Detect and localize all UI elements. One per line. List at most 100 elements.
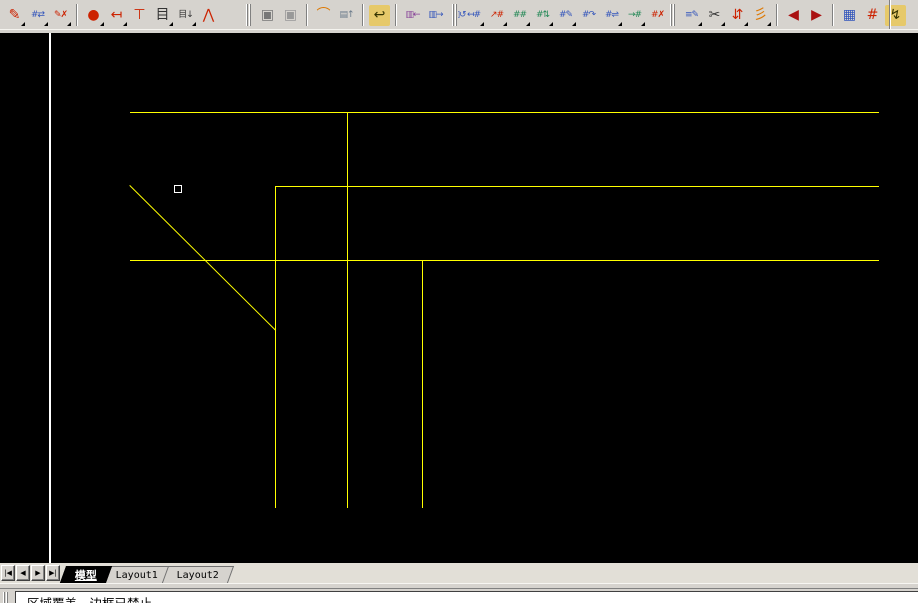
tab-model-label: 模型 (75, 567, 97, 583)
drawing-canvas[interactable] (0, 33, 918, 563)
dim-chain-icon[interactable]: →# (624, 5, 645, 26)
v-line-center (347, 112, 348, 508)
flyout-indicator (192, 22, 196, 26)
flyout-indicator (767, 22, 771, 26)
toolbar-grip[interactable] (452, 4, 458, 26)
dim-pair-icon[interactable]: ## (509, 5, 530, 26)
tab-layout1-label: Layout1 (116, 570, 158, 581)
block-3d-alt-icon[interactable]: ▣ (280, 5, 301, 26)
dim-chain-icon-glyph: →# (628, 11, 641, 20)
grid-snap-icon-glyph: # (867, 8, 879, 22)
ladder-insert-icon-glyph: 目↓ (178, 11, 193, 20)
pin-icon[interactable]: ⊤ (129, 5, 150, 26)
toolbar-separator (395, 4, 397, 26)
flyout-indicator (67, 22, 71, 26)
grid-snap-icon[interactable]: # (862, 5, 883, 26)
pliers-icon[interactable]: ⋀ (198, 5, 219, 26)
renumber-icon-glyph: #⇄ (31, 11, 44, 20)
flip-arrows-icon-glyph: ⇵ (732, 8, 744, 22)
scissors-icon[interactable]: ✂ (704, 5, 725, 26)
open-drawing-icon[interactable]: ⌒ (313, 5, 334, 26)
tab-layout2-label: Layout2 (177, 570, 219, 581)
dim-line-icon[interactable]: ↗# (486, 5, 507, 26)
break-line-icon[interactable]: ↤ (106, 5, 127, 26)
ladder-icon[interactable]: 目 (152, 5, 173, 26)
h-line-middle (276, 186, 879, 187)
flyout-indicator (744, 22, 748, 26)
dim-pair-icon-glyph: ## (513, 11, 526, 20)
dim-line-icon-glyph: ↗# (490, 11, 503, 20)
fill-bucket-icon[interactable]: ● (83, 5, 104, 26)
toolbar-group-modify: ✎ #⇄ ✎✗ ●↤ ⊤ 目目↓ ⋀ (3, 2, 220, 28)
v-line-right (422, 260, 423, 508)
prev-icon[interactable]: ◀ (783, 5, 804, 26)
db-export-icon-glyph: ▥→ (428, 11, 442, 20)
toolbar-grip[interactable] (670, 4, 676, 26)
toolbar-grip[interactable] (246, 4, 252, 26)
renumber-icon[interactable]: #⇄ (27, 5, 48, 26)
dim-swap-icon-glyph: #⇌ (605, 11, 618, 20)
list-edit-icon[interactable]: ≡✎ (681, 5, 702, 26)
block-3d-icon-glyph: ▣ (261, 8, 274, 22)
toolbar: ✎#⇄✎✗●↤⊤目目↓⋀ ▣▣⌒▤↑↩▥←▥→▥↺ ↤#↗####⇅#✎#↷#⇌… (0, 0, 918, 30)
tab-nav-buttons: |◀◀▶▶| (0, 564, 60, 582)
folder-back-icon[interactable]: ↩ (369, 5, 390, 26)
scissors-icon-glyph: ✂ (709, 8, 721, 22)
dim-erase-icon-glyph: #✗ (651, 11, 664, 20)
last-tab-button[interactable]: ▶| (46, 565, 60, 581)
next-icon[interactable]: ▶ (806, 5, 827, 26)
flyout-indicator (21, 22, 25, 26)
flyout-indicator (100, 22, 104, 26)
dim-erase-icon[interactable]: #✗ (647, 5, 668, 26)
edit-pencil-icon[interactable]: ✎ (4, 5, 25, 26)
command-window-grip[interactable] (3, 592, 10, 603)
tab-model[interactable]: 模型 (60, 566, 112, 583)
dim-edit-icon[interactable]: #✎ (555, 5, 576, 26)
tab-layout2[interactable]: Layout2 (162, 566, 234, 583)
dim-move-icon[interactable]: #⇅ (532, 5, 553, 26)
paste-doc-icon[interactable]: ▤↑ (336, 5, 357, 26)
toolbar-group-dimension: ↤# ↗# ## #⇅ #✎ #↷ #⇌ →# #✗ (452, 2, 669, 28)
dim-insert-icon[interactable]: ↤# (463, 5, 484, 26)
toolbar-group-tools: ≡✎ ✂ ⇵ 彡 ◀▶ ▦ # ↯ (670, 2, 907, 28)
toolbar-separator (306, 4, 308, 26)
next-tab-button[interactable]: ▶ (31, 565, 45, 581)
flyout-indicator (503, 22, 507, 26)
h-line-top (130, 112, 879, 113)
toolbar-separator (832, 4, 834, 26)
first-tab-button[interactable]: |◀ (1, 565, 15, 581)
folder-poly-icon-glyph: ↯ (890, 8, 902, 22)
erase-edit-icon[interactable]: ✎✗ (50, 5, 71, 26)
table-icon-glyph: ▦ (843, 8, 856, 22)
command-line-panel[interactable]: 区域覆盖，边框已禁止 (15, 591, 918, 603)
edit-pencil-icon-glyph: ✎ (9, 8, 21, 22)
runner-icon[interactable]: 彡 (750, 5, 771, 26)
open-drawing-icon-glyph: ⌒ (317, 8, 331, 22)
v-line-left (275, 186, 276, 508)
toolbar-separator (76, 4, 78, 26)
dim-move-icon-glyph: #⇅ (536, 11, 549, 20)
dim-rotate-icon-glyph: #↷ (582, 11, 595, 20)
flyout-indicator (169, 22, 173, 26)
cad-application-window: ✎#⇄✎✗●↤⊤目目↓⋀ ▣▣⌒▤↑↩▥←▥→▥↺ ↤#↗####⇅#✎#↷#⇌… (0, 0, 918, 603)
pin-icon-glyph: ⊤ (133, 8, 145, 22)
toolbar-group-file: ▣▣⌒▤↑↩▥←▥→▥↺ (246, 2, 470, 28)
flyout-indicator (44, 22, 48, 26)
prev-tab-button[interactable]: ◀ (16, 565, 30, 581)
erase-edit-icon-glyph: ✎✗ (54, 11, 67, 20)
flip-arrows-icon[interactable]: ⇵ (727, 5, 748, 26)
table-icon[interactable]: ▦ (839, 5, 860, 26)
pliers-icon-glyph: ⋀ (203, 8, 214, 22)
list-edit-icon-glyph: ≡✎ (685, 11, 698, 20)
dim-rotate-icon[interactable]: #↷ (578, 5, 599, 26)
flyout-indicator (526, 22, 530, 26)
block-3d-icon[interactable]: ▣ (257, 5, 278, 26)
block-3d-alt-icon-glyph: ▣ (284, 8, 297, 22)
db-import-icon[interactable]: ▥← (402, 5, 423, 26)
ladder-insert-icon[interactable]: 目↓ (175, 5, 196, 26)
flyout-indicator (618, 22, 622, 26)
h-line-bottom (130, 260, 879, 261)
paste-doc-icon-glyph: ▤↑ (339, 11, 353, 20)
db-export-icon[interactable]: ▥→ (425, 5, 446, 26)
dim-swap-icon[interactable]: #⇌ (601, 5, 622, 26)
